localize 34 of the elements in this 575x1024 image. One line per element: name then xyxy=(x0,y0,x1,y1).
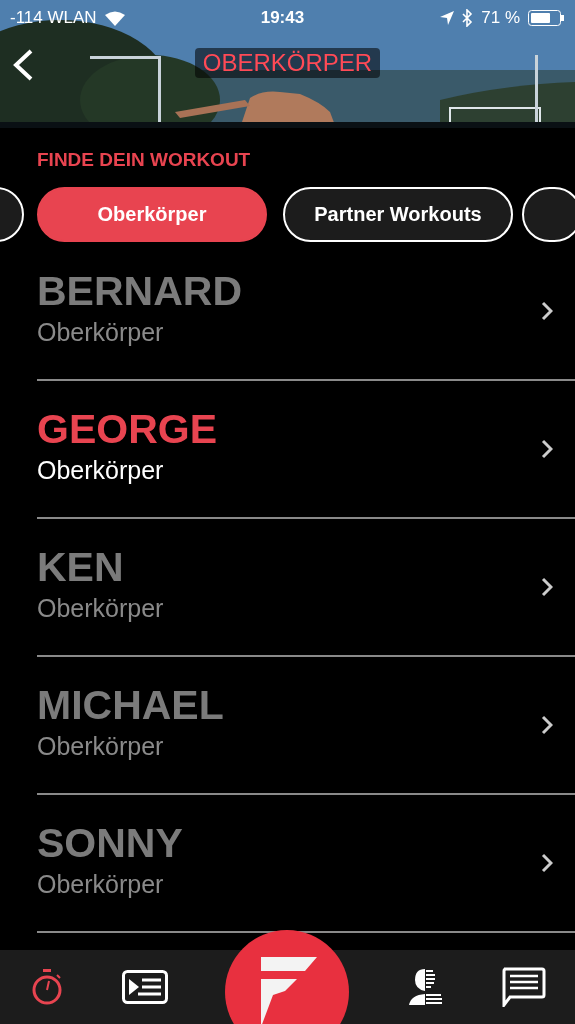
chevron-icon xyxy=(541,714,553,735)
workout-name: SONNY xyxy=(37,821,184,867)
chevron-icon xyxy=(541,576,553,597)
chat-icon[interactable] xyxy=(500,967,547,1007)
chevron-icon xyxy=(541,852,553,873)
battery-icon xyxy=(528,10,565,26)
workout-row[interactable]: BERNARD Oberkörper xyxy=(37,242,575,381)
filter-chip[interactable]: Partner Workouts xyxy=(283,186,513,242)
workout-subtitle: Oberkörper xyxy=(37,869,165,901)
chevron-icon xyxy=(541,438,553,459)
workout-row[interactable]: MICHAEL Oberkörper xyxy=(37,656,575,795)
workout-subtitle: Oberkörper xyxy=(37,317,165,349)
workout-row[interactable]: SONNY Oberkörper xyxy=(37,794,575,933)
filter-chip[interactable]: Oberkörper xyxy=(37,186,267,242)
profile-icon[interactable] xyxy=(406,967,443,1007)
page-title: OBERKÖRPER xyxy=(194,48,381,78)
workout-name: BERNARD xyxy=(37,269,243,315)
battery-percent: 71 % xyxy=(481,7,520,30)
workout-subtitle: Oberkörper xyxy=(37,593,165,625)
workout-subtitle: Oberkörper xyxy=(37,731,165,763)
bluetooth-icon xyxy=(462,9,474,27)
workout-row[interactable]: GEORGE Oberkörper xyxy=(37,380,575,519)
workout-name: KEN xyxy=(37,545,125,591)
workout-name: MICHAEL xyxy=(37,683,225,729)
clock-time: 19:43 xyxy=(260,7,305,30)
filter-chip[interactable] xyxy=(522,186,575,242)
workout-subtitle: Oberkörper xyxy=(37,455,165,487)
section-label: FINDE DEIN WORKOUT xyxy=(37,149,251,170)
workout-row[interactable]: KEN Oberkörper xyxy=(37,518,575,657)
workout-name: GEORGE xyxy=(37,407,218,453)
location-icon xyxy=(440,11,455,25)
chevron-icon xyxy=(541,300,553,321)
playlist-icon[interactable] xyxy=(122,970,169,1004)
wifi-icon xyxy=(104,10,125,26)
